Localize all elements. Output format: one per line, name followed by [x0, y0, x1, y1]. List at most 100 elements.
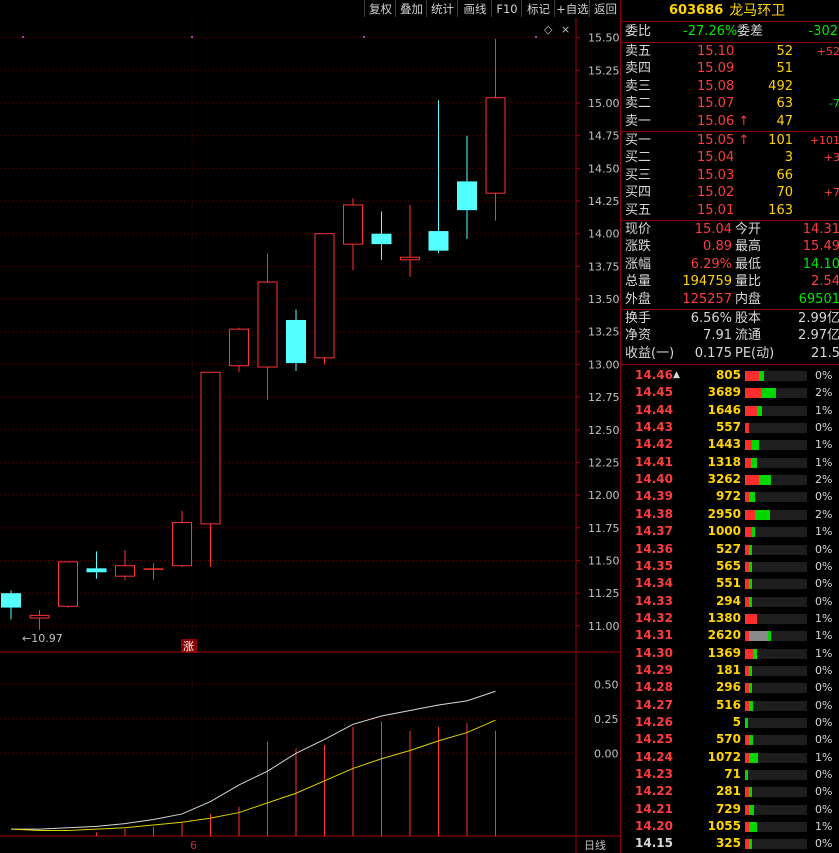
sell-label: 卖五	[625, 44, 652, 59]
close-icon[interactable]: ×	[561, 23, 570, 36]
y-tick-label: 12.50	[588, 424, 620, 437]
pv-volume: 1055	[707, 819, 741, 834]
pv-percent: 1%	[815, 629, 833, 643]
pv-bar-inner	[749, 822, 758, 833]
pv-volume: 3689	[707, 385, 741, 400]
candle-body-down	[286, 319, 306, 364]
pv-price: 14.26	[635, 715, 673, 729]
sell-price: 15.06 ↑	[697, 113, 750, 129]
buy-price: 15.01	[697, 202, 735, 218]
pv-bar-inner	[754, 509, 771, 520]
y-tick-label: 14.75	[588, 130, 620, 143]
pv-bar-inner	[749, 561, 753, 572]
pv-price: 14.45	[635, 385, 673, 400]
sell-row: 卖一 15.06 ↑ 47	[621, 113, 839, 130]
fund-value: 7.91	[703, 328, 732, 344]
quote-label: 量比	[735, 274, 762, 290]
pv-bar-inner	[749, 700, 753, 711]
pv-bar-track	[745, 613, 807, 624]
pv-bar-inner	[751, 527, 755, 538]
add-watchlist-button[interactable]: +自选	[554, 0, 590, 17]
fuquan-button[interactable]: 复权	[364, 0, 396, 17]
y-tick-label: 13.00	[588, 358, 620, 371]
mark-button[interactable]: 标记	[521, 0, 555, 17]
pv-bar-inner	[757, 405, 762, 416]
price-volume-row: 14.31 2620 1%	[621, 627, 839, 644]
quote-value: 194759	[682, 274, 732, 290]
pv-percent: 0%	[815, 837, 833, 851]
quote-label: 最高	[735, 239, 762, 255]
y-tick-label: 15.50	[588, 32, 620, 45]
candle-body-up	[29, 614, 50, 619]
pv-volume: 557	[715, 420, 741, 435]
buy-label: 买五	[625, 202, 652, 218]
sell-price: 15.08	[697, 78, 735, 94]
buy-price: 15.05 ↑	[697, 133, 750, 148]
pv-bar-track	[745, 718, 807, 728]
pv-volume: 1380	[707, 610, 741, 625]
sell-volume: 492	[768, 78, 793, 94]
sell-label: 卖一	[625, 113, 652, 129]
pv-bar-inner	[751, 457, 758, 468]
pv-bar-track	[745, 822, 807, 833]
price-volume-row: 14.28 296 0%	[621, 679, 839, 696]
pv-percent: 2%	[815, 386, 833, 400]
back-button[interactable]: 返回	[589, 0, 621, 17]
sell-price: 15.09	[697, 61, 735, 77]
pv-bar-inner	[751, 440, 760, 451]
y-tick-label: 12.00	[588, 489, 620, 502]
pv-bar-outer	[745, 648, 754, 659]
candle-body-up	[200, 371, 221, 525]
f10-button[interactable]: F10	[491, 0, 522, 17]
sell-volume: 47	[776, 113, 793, 129]
pv-percent: 1%	[815, 646, 833, 660]
price-volume-row: 14.39 972 0%	[621, 488, 839, 505]
pv-bar-track	[745, 839, 807, 850]
candle-body-up	[314, 233, 335, 359]
diamond-icon[interactable]: ◇	[544, 23, 553, 36]
candle-body-up	[229, 328, 249, 367]
candle-body-up	[115, 565, 135, 577]
low-price-annotation: ←10.97	[22, 632, 63, 645]
pv-percent: 0%	[815, 663, 833, 677]
pv-price: 14.34	[635, 576, 673, 591]
kline-chart[interactable]: 15.50 15.25 15.00 14.75 14.50 14.25 14.00 13.75…	[0, 0, 620, 853]
pv-bar-track	[745, 457, 807, 468]
draw-line-button[interactable]: 画线	[457, 0, 492, 17]
buy-change: +101	[809, 134, 839, 147]
pv-percent: 0%	[815, 594, 833, 608]
price-volume-row: 14.30 1369 1%	[621, 645, 839, 662]
pv-volume: 281	[715, 784, 741, 799]
pv-price: 14.39	[635, 489, 673, 504]
pv-volume: 71	[724, 767, 741, 782]
pv-volume: 570	[715, 732, 741, 747]
pv-price: 14.37	[635, 524, 673, 539]
y-tick-label: 11.25	[588, 587, 620, 600]
overlay-button[interactable]: 叠加	[395, 0, 427, 17]
pv-bar-inner	[749, 492, 756, 503]
pv-price: 14.29	[635, 662, 673, 677]
pv-price: 14.27	[635, 697, 673, 712]
stats-button[interactable]: 统计	[426, 0, 458, 17]
pv-bar-outer	[745, 613, 758, 624]
pv-price: 14.21	[635, 801, 673, 816]
candle-body-up	[485, 97, 506, 194]
kline-chart-area[interactable]: 15.50 15.25 15.00 14.75 14.50 14.25 14.00 13.75…	[0, 0, 620, 853]
pv-bar-track	[745, 648, 807, 659]
pv-volume: 551	[715, 576, 741, 591]
quote-label: 今开	[735, 222, 762, 237]
buy-volume: 70	[776, 185, 793, 201]
quote-value: 15.49	[802, 239, 839, 255]
period-label[interactable]: 日线	[584, 838, 606, 852]
buy-volume: 101	[768, 133, 793, 148]
price-volume-row: 14.44 1646 1%	[621, 402, 839, 419]
quote-value: 2.54	[811, 274, 839, 290]
price-volume-row: 14.38 2950 2%	[621, 506, 839, 523]
quote-value: 0.89	[703, 239, 732, 255]
pv-bar-outer	[745, 509, 755, 520]
sell-row: 卖五 15.10 52 +52	[621, 43, 839, 60]
pv-percent: 0%	[815, 490, 833, 504]
pv-price: 14.41	[635, 454, 673, 469]
pv-price: 14.20	[635, 819, 673, 834]
pv-bar-track	[745, 752, 807, 763]
